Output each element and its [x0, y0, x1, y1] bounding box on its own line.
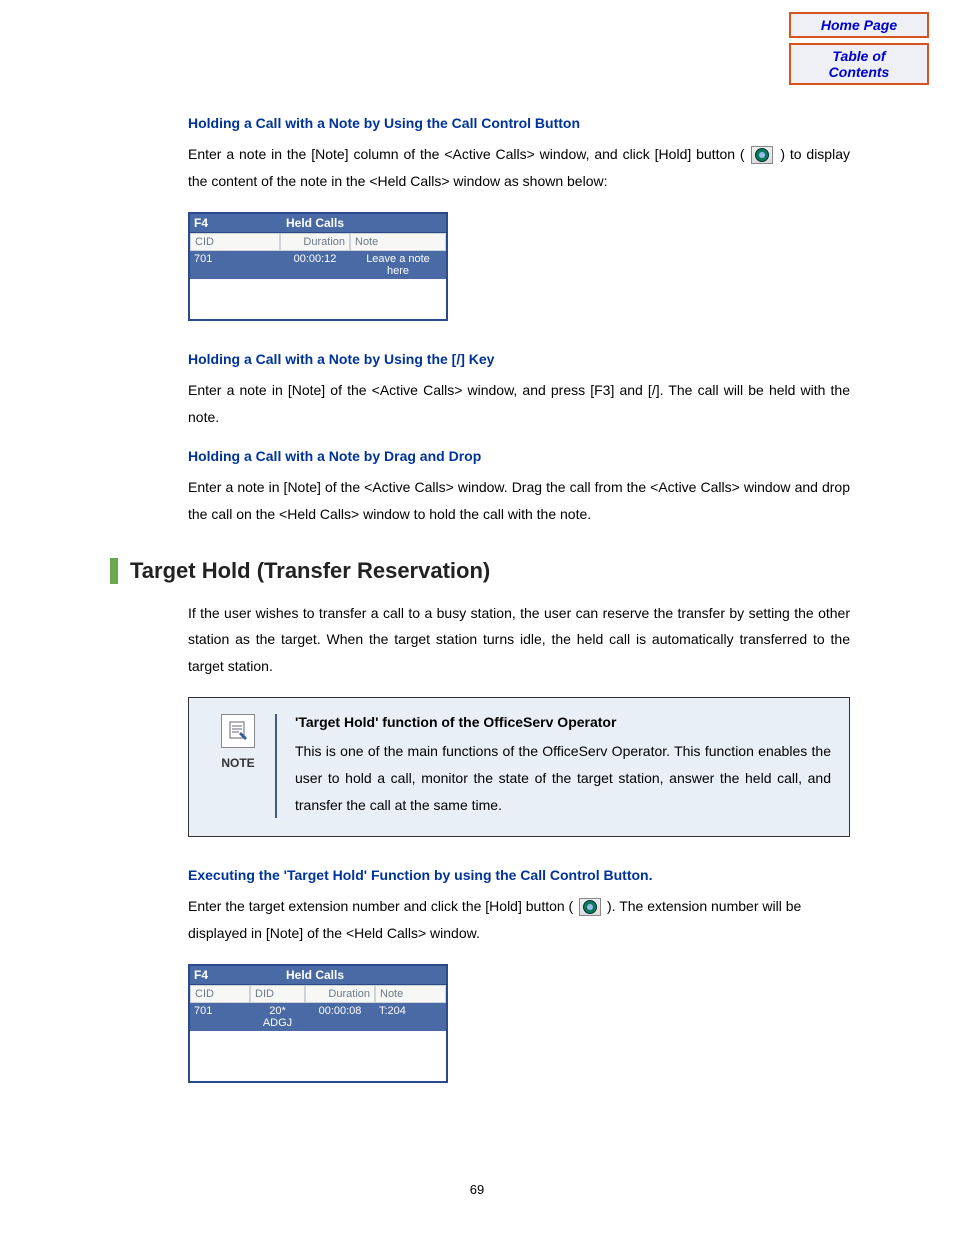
- held1-col-dur: Duration: [280, 233, 350, 251]
- para-sec4: Enter the target extension number and cl…: [188, 893, 850, 946]
- hold-icon: [751, 146, 773, 164]
- para-main: If the user wishes to transfer a call to…: [188, 600, 850, 680]
- main-heading-row: Target Hold (Transfer Reservation): [110, 558, 850, 584]
- held1-title: Held Calls: [208, 216, 422, 230]
- note-label: NOTE: [221, 756, 254, 770]
- para-sec1-before: Enter a note in the [Note] column of the…: [188, 146, 745, 162]
- note-icon: [221, 714, 255, 748]
- page-title: Target Hold (Transfer Reservation): [130, 558, 490, 584]
- held1-note: Leave a note here: [350, 251, 446, 279]
- held-calls-window-1: F4 Held Calls CID Duration Note 701 00:0…: [188, 212, 448, 321]
- held2-dur: 00:00:08: [305, 1003, 375, 1031]
- held2-cid: 701: [190, 1003, 250, 1031]
- held2-col-note: Note: [375, 985, 446, 1003]
- home-page-button[interactable]: Home Page: [789, 12, 929, 38]
- subheading-hold-note-button: Holding a Call with a Note by Using the …: [188, 115, 850, 131]
- para-sec3: Enter a note in [Note] of the <Active Ca…: [188, 474, 850, 527]
- held1-col-cid: CID: [190, 233, 280, 251]
- para-sec2: Enter a note in [Note] of the <Active Ca…: [188, 377, 850, 430]
- note-title: 'Target Hold' function of the OfficeServ…: [295, 714, 831, 730]
- note-box: NOTE 'Target Hold' function of the Offic…: [188, 697, 850, 837]
- toc-button[interactable]: Table of Contents: [789, 43, 929, 85]
- held2-title: Held Calls: [208, 968, 422, 982]
- held1-col-note: Note: [350, 233, 446, 251]
- para-sec4-before: Enter the target extension number and cl…: [188, 898, 573, 914]
- para-sec1: Enter a note in the [Note] column of the…: [188, 141, 850, 194]
- held2-fkey: F4: [194, 968, 208, 982]
- hold-icon: [579, 898, 601, 916]
- note-body: This is one of the main functions of the…: [295, 738, 831, 818]
- subheading-exec-target-hold: Executing the 'Target Hold' Function by …: [188, 867, 850, 883]
- heading-accent-bar: [110, 558, 118, 584]
- held2-col-dur: Duration: [305, 985, 375, 1003]
- page-number: 69: [0, 1182, 954, 1197]
- held-calls-window-2: F4 Held Calls CID DID Duration Note 701 …: [188, 964, 448, 1083]
- held1-cid: 701: [190, 251, 280, 279]
- held1-fkey: F4: [194, 216, 208, 230]
- held2-note: T:204: [375, 1003, 446, 1031]
- held2-did: 20* ADGJ: [250, 1003, 305, 1031]
- held1-dur: 00:00:12: [280, 251, 350, 279]
- subheading-hold-note-drag: Holding a Call with a Note by Drag and D…: [188, 448, 850, 464]
- held2-col-cid: CID: [190, 985, 250, 1003]
- held2-col-did: DID: [250, 985, 305, 1003]
- subheading-hold-note-slash: Holding a Call with a Note by Using the …: [188, 351, 850, 367]
